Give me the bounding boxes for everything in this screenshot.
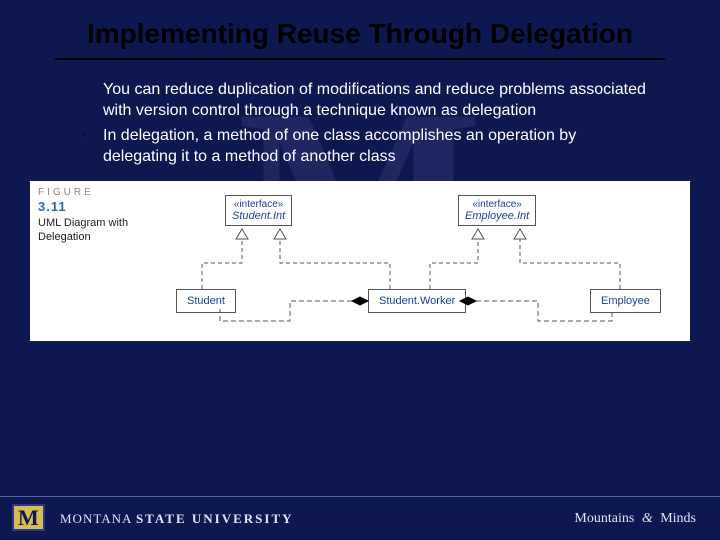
msu-logo: M xyxy=(12,504,50,534)
logo-letter: M xyxy=(12,504,45,531)
bullet-list: You can reduce duplication of modificati… xyxy=(0,72,720,167)
footer-bar: M MONTANA STATE UNIVERSITY Mountains & M… xyxy=(0,496,720,540)
tagline-word: Mountains xyxy=(574,511,634,526)
tagline: Mountains & Minds xyxy=(574,511,696,527)
university-word: STATE UNIVERSITY xyxy=(136,511,294,526)
ampersand-icon: & xyxy=(642,511,653,526)
slide-title: Implementing Reuse Through Delegation xyxy=(0,0,720,56)
figure-panel: FIGURE 3.11 UML Diagram with Delegation … xyxy=(30,181,690,341)
bullet-item: You can reduce duplication of modificati… xyxy=(85,80,650,122)
uml-connectors xyxy=(30,181,690,341)
bullet-item: In delegation, a method of one class acc… xyxy=(85,126,650,168)
title-underline xyxy=(55,58,665,60)
tagline-word: Minds xyxy=(660,511,696,526)
university-word: MONTANA xyxy=(60,511,132,526)
university-name: MONTANA STATE UNIVERSITY xyxy=(60,511,294,527)
